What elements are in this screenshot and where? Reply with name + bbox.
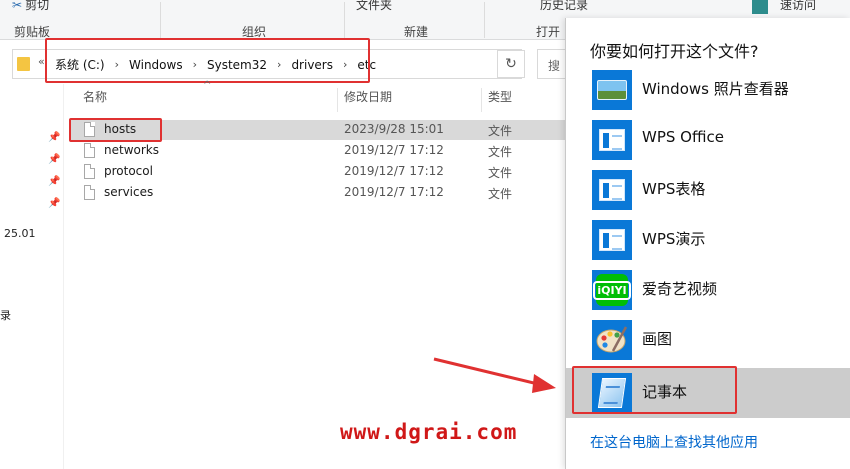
refresh-icon: ↻	[505, 56, 517, 72]
file-date: 2019/12/7 17:12	[344, 143, 444, 157]
history-button[interactable]: 历史记录	[540, 0, 588, 13]
file-name: protocol	[104, 164, 153, 178]
app-label: WPS Office	[642, 128, 724, 146]
app-item-wps-presentation[interactable]: WPS演示	[566, 215, 850, 265]
wps-spreadsheet-icon	[592, 170, 632, 210]
file-name: services	[104, 185, 154, 199]
iqiyi-icon: iQIYI	[592, 270, 632, 310]
file-date: 2019/12/7 17:12	[344, 185, 444, 199]
column-divider[interactable]	[481, 88, 482, 112]
file-type: 文件	[488, 166, 513, 180]
file-icon	[84, 164, 95, 179]
cut-label: 剪切	[25, 0, 50, 12]
column-header-name[interactable]: 名称	[83, 88, 107, 112]
easy-access-button[interactable]: 速访问	[780, 0, 816, 13]
app-item-photo-viewer[interactable]: Windows 照片查看器	[566, 65, 850, 115]
app-label: WPS表格	[642, 180, 706, 198]
table-row[interactable]: services 2019/12/7 17:12 文件	[70, 183, 565, 203]
ribbon-app-icon	[752, 0, 768, 14]
pointer-arrow-annotation	[433, 357, 556, 393]
palette-icon	[596, 326, 628, 353]
file-icon	[84, 143, 95, 158]
scissors-icon: ✂	[12, 0, 23, 12]
app-item-wps-office[interactable]: WPS Office	[566, 115, 850, 165]
pin-icon[interactable]: 📌	[48, 198, 60, 209]
app-label: Windows 照片查看器	[642, 80, 789, 98]
photo-viewer-icon	[592, 70, 632, 110]
nav-item-partial[interactable]: 25.01	[4, 227, 36, 240]
refresh-button[interactable]: ↻	[497, 50, 525, 78]
file-type: 文件	[488, 187, 513, 201]
paint-icon	[592, 320, 632, 360]
app-label: WPS演示	[642, 230, 706, 248]
iqiyi-logo-text: iQIYI	[593, 280, 631, 300]
watermark: www.dgrai.com	[340, 420, 518, 444]
open-with-title: 你要如何打开这个文件?	[590, 42, 759, 61]
search-placeholder: 搜	[548, 59, 561, 73]
notepad-highlight-box	[572, 366, 737, 414]
table-row[interactable]: networks 2019/12/7 17:12 文件	[70, 141, 565, 161]
wps-presentation-icon	[592, 220, 632, 260]
nav-item-partial[interactable]: 录	[0, 307, 11, 323]
app-label: 画图	[642, 330, 673, 348]
file-name: networks	[104, 143, 159, 157]
column-header-type[interactable]: 类型	[488, 88, 512, 112]
pin-icon[interactable]: 📌	[48, 176, 60, 187]
column-divider[interactable]	[337, 88, 338, 112]
file-icon	[84, 185, 95, 200]
folder-icon	[17, 57, 30, 71]
chevron-left-icon[interactable]: «	[38, 55, 45, 68]
file-type: 文件	[488, 124, 513, 138]
clipboard-group-label: 剪贴板	[14, 25, 51, 39]
sort-ascending-icon: ^	[203, 80, 212, 91]
pin-icon[interactable]: 📌	[48, 154, 60, 165]
navigation-pane: 📌 📌 📌 📌 25.01 录	[0, 84, 64, 469]
ribbon-divider	[160, 2, 161, 38]
column-header-date[interactable]: 修改日期	[344, 88, 392, 112]
app-label: 爱奇艺视频	[642, 280, 718, 298]
file-date: 2023/9/28 15:01	[344, 122, 444, 136]
wps-office-icon	[592, 120, 632, 160]
app-item-paint[interactable]: 画图	[566, 315, 850, 365]
table-row[interactable]: protocol 2019/12/7 17:12 文件	[70, 162, 565, 182]
hosts-highlight-box	[69, 118, 162, 142]
file-date: 2019/12/7 17:12	[344, 164, 444, 178]
new-folder-button[interactable]: 文件夹	[356, 0, 392, 13]
app-item-iqiyi[interactable]: iQIYI 爱奇艺视频	[566, 265, 850, 315]
ribbon-divider	[344, 2, 345, 38]
open-group-label: 打开	[536, 25, 561, 39]
path-highlight-box	[45, 38, 370, 83]
pin-icon[interactable]: 📌	[48, 132, 60, 143]
file-type: 文件	[488, 145, 513, 159]
find-more-apps-link[interactable]: 在这台电脑上查找其他应用	[590, 432, 758, 452]
new-group-label: 新建	[404, 25, 429, 39]
app-item-wps-spreadsheet[interactable]: WPS表格	[566, 165, 850, 215]
ribbon-divider	[484, 2, 485, 38]
cut-button[interactable]: ✂ 剪切	[12, 0, 49, 13]
